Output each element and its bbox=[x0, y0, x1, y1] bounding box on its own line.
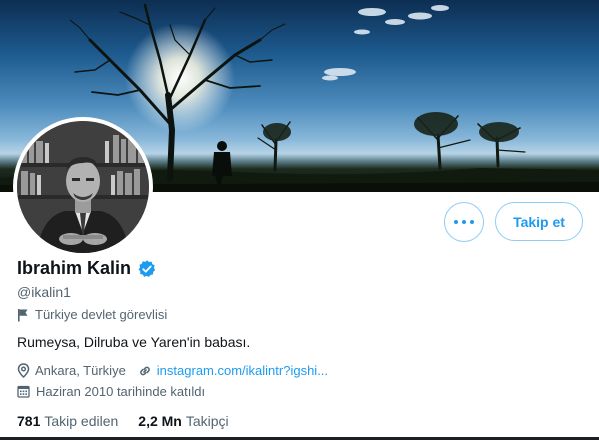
followers-count: 2,2 Mn bbox=[138, 413, 182, 429]
location-label: Ankara, Türkiye bbox=[35, 363, 126, 378]
joined-label: Haziran 2010 tarihinde katıldı bbox=[36, 384, 206, 399]
followers-link[interactable]: 2,2 Mn Takipçi bbox=[138, 413, 228, 429]
location-pin-icon bbox=[17, 363, 30, 378]
profile-meta: Ankara, Türkiye instagram.com/ikalintr?i… bbox=[17, 363, 328, 378]
verified-badge-icon[interactable] bbox=[137, 259, 157, 279]
profile-avatar[interactable] bbox=[13, 117, 153, 257]
website-link[interactable]: instagram.com/ikalintr?igshi... bbox=[157, 363, 328, 378]
joined-date: Haziran 2010 tarihinde katıldı bbox=[17, 384, 205, 399]
followers-label: Takipçi bbox=[185, 413, 229, 429]
more-dots-icon bbox=[462, 220, 466, 224]
follow-button[interactable]: Takip et bbox=[495, 202, 583, 241]
website-item[interactable]: instagram.com/ikalintr?igshi... bbox=[138, 363, 328, 378]
following-label: Takip edilen bbox=[44, 413, 119, 429]
following-count: 781 bbox=[17, 413, 41, 429]
avatar-image bbox=[17, 121, 149, 253]
profile-handle: @ikalin1 bbox=[17, 284, 71, 300]
following-link[interactable]: 781 Takip edilen bbox=[17, 413, 118, 429]
profile-bio: Rumeysa, Dilruba ve Yaren'in babası. bbox=[17, 334, 251, 350]
category-label: Türkiye devlet görevlisi bbox=[35, 307, 168, 322]
location-item: Ankara, Türkiye bbox=[17, 363, 126, 378]
flag-icon bbox=[18, 308, 28, 321]
profile-page: Takip et Ibrahim Kalin @ikalin1 Türkiye … bbox=[0, 0, 599, 440]
calendar-icon bbox=[17, 385, 30, 398]
more-dots-icon bbox=[470, 220, 474, 224]
more-dots-icon bbox=[454, 220, 458, 224]
follow-stats: 781 Takip edilen 2,2 Mn Takipçi bbox=[17, 413, 249, 429]
name-row: Ibrahim Kalin bbox=[17, 258, 157, 279]
link-icon bbox=[139, 366, 150, 375]
more-options-button[interactable] bbox=[444, 202, 484, 242]
profile-name: Ibrahim Kalin bbox=[17, 258, 132, 278]
profile-category: Türkiye devlet görevlisi bbox=[17, 307, 167, 322]
